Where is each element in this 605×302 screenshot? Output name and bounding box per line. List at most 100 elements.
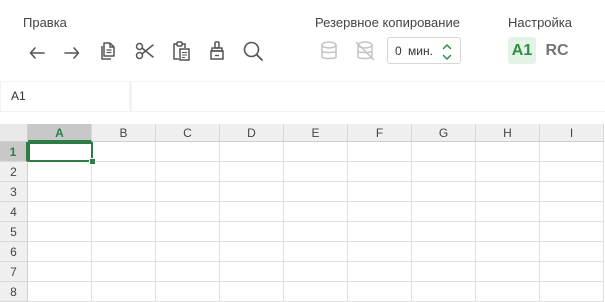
cell-a2[interactable] <box>28 162 92 182</box>
row-header-1[interactable]: 1 <box>0 142 28 162</box>
cell-i6[interactable] <box>540 242 604 262</box>
column-header-g[interactable]: G <box>412 124 476 142</box>
column-header-b[interactable]: B <box>92 124 156 142</box>
cell-d1[interactable] <box>220 142 284 162</box>
cell-e1[interactable] <box>284 142 348 162</box>
paste-button[interactable] <box>166 36 196 66</box>
cell-b8[interactable] <box>92 282 156 302</box>
cell-c5[interactable] <box>156 222 220 242</box>
cell-f8[interactable] <box>348 282 412 302</box>
cell-d4[interactable] <box>220 202 284 222</box>
decrement-button[interactable] <box>440 51 454 62</box>
cell-a8[interactable] <box>28 282 92 302</box>
cell-d2[interactable] <box>220 162 284 182</box>
cell-e7[interactable] <box>284 262 348 282</box>
cell-c4[interactable] <box>156 202 220 222</box>
cell-g6[interactable] <box>412 242 476 262</box>
cell-i1[interactable] <box>540 142 604 162</box>
undo-button[interactable] <box>22 36 52 66</box>
cell-h5[interactable] <box>476 222 540 242</box>
column-header-c[interactable]: C <box>156 124 220 142</box>
cell-c8[interactable] <box>156 282 220 302</box>
backup-interval-value[interactable]: 0 <box>395 44 402 58</box>
row-header-4[interactable]: 4 <box>0 202 28 222</box>
cell-e2[interactable] <box>284 162 348 182</box>
cell-h1[interactable] <box>476 142 540 162</box>
cell-d3[interactable] <box>220 182 284 202</box>
row-header-2[interactable]: 2 <box>0 162 28 182</box>
cell-f3[interactable] <box>348 182 412 202</box>
cell-h4[interactable] <box>476 202 540 222</box>
cell-a5[interactable] <box>28 222 92 242</box>
column-header-f[interactable]: F <box>348 124 412 142</box>
cell-a6[interactable] <box>28 242 92 262</box>
cell-b3[interactable] <box>92 182 156 202</box>
cell-f4[interactable] <box>348 202 412 222</box>
cut-button[interactable] <box>130 36 160 66</box>
cell-f5[interactable] <box>348 222 412 242</box>
cell-d7[interactable] <box>220 262 284 282</box>
format-painter-button[interactable] <box>202 36 232 66</box>
cell-d8[interactable] <box>220 282 284 302</box>
cell-g7[interactable] <box>412 262 476 282</box>
cell-b6[interactable] <box>92 242 156 262</box>
cell-b1[interactable] <box>92 142 156 162</box>
cell-e3[interactable] <box>284 182 348 202</box>
search-button[interactable] <box>238 36 268 66</box>
cell-d5[interactable] <box>220 222 284 242</box>
a1-reference-style-toggle[interactable]: A1 <box>508 37 536 64</box>
column-header-h[interactable]: H <box>476 124 540 142</box>
cell-e5[interactable] <box>284 222 348 242</box>
cell-g5[interactable] <box>412 222 476 242</box>
cell-a7[interactable] <box>28 262 92 282</box>
cell-h2[interactable] <box>476 162 540 182</box>
select-all-corner[interactable] <box>0 124 28 142</box>
cell-e8[interactable] <box>284 282 348 302</box>
cell-i3[interactable] <box>540 182 604 202</box>
cell-a1[interactable] <box>28 142 92 162</box>
row-header-7[interactable]: 7 <box>0 262 28 282</box>
column-header-e[interactable]: E <box>284 124 348 142</box>
cell-i5[interactable] <box>540 222 604 242</box>
cell-i8[interactable] <box>540 282 604 302</box>
cell-b2[interactable] <box>92 162 156 182</box>
column-header-i[interactable]: I <box>540 124 604 142</box>
cell-c1[interactable] <box>156 142 220 162</box>
cell-e4[interactable] <box>284 202 348 222</box>
cell-e6[interactable] <box>284 242 348 262</box>
copy-button[interactable] <box>94 36 124 66</box>
formula-input[interactable] <box>132 82 605 111</box>
cell-c3[interactable] <box>156 182 220 202</box>
backup-disable-button[interactable] <box>350 36 380 66</box>
cell-h3[interactable] <box>476 182 540 202</box>
backup-now-button[interactable] <box>314 36 344 66</box>
column-header-d[interactable]: D <box>220 124 284 142</box>
row-header-8[interactable]: 8 <box>0 282 28 302</box>
cell-i4[interactable] <box>540 202 604 222</box>
cell-g1[interactable] <box>412 142 476 162</box>
cell-c2[interactable] <box>156 162 220 182</box>
cell-g2[interactable] <box>412 162 476 182</box>
row-header-6[interactable]: 6 <box>0 242 28 262</box>
cell-a3[interactable] <box>28 182 92 202</box>
row-header-5[interactable]: 5 <box>0 222 28 242</box>
redo-button[interactable] <box>57 36 87 66</box>
cell-d6[interactable] <box>220 242 284 262</box>
cell-h8[interactable] <box>476 282 540 302</box>
cell-i7[interactable] <box>540 262 604 282</box>
cell-c7[interactable] <box>156 262 220 282</box>
backup-interval-stepper[interactable]: 0 мин. <box>387 37 461 64</box>
rc-reference-style-toggle[interactable]: RC <box>543 37 571 64</box>
cell-g4[interactable] <box>412 202 476 222</box>
cell-f2[interactable] <box>348 162 412 182</box>
fill-handle[interactable] <box>89 158 96 165</box>
cell-i2[interactable] <box>540 162 604 182</box>
column-header-a[interactable]: A <box>28 124 92 142</box>
cell-f1[interactable] <box>348 142 412 162</box>
cell-b5[interactable] <box>92 222 156 242</box>
cell-a4[interactable] <box>28 202 92 222</box>
cell-f7[interactable] <box>348 262 412 282</box>
cell-c6[interactable] <box>156 242 220 262</box>
cell-b4[interactable] <box>92 202 156 222</box>
cell-g3[interactable] <box>412 182 476 202</box>
